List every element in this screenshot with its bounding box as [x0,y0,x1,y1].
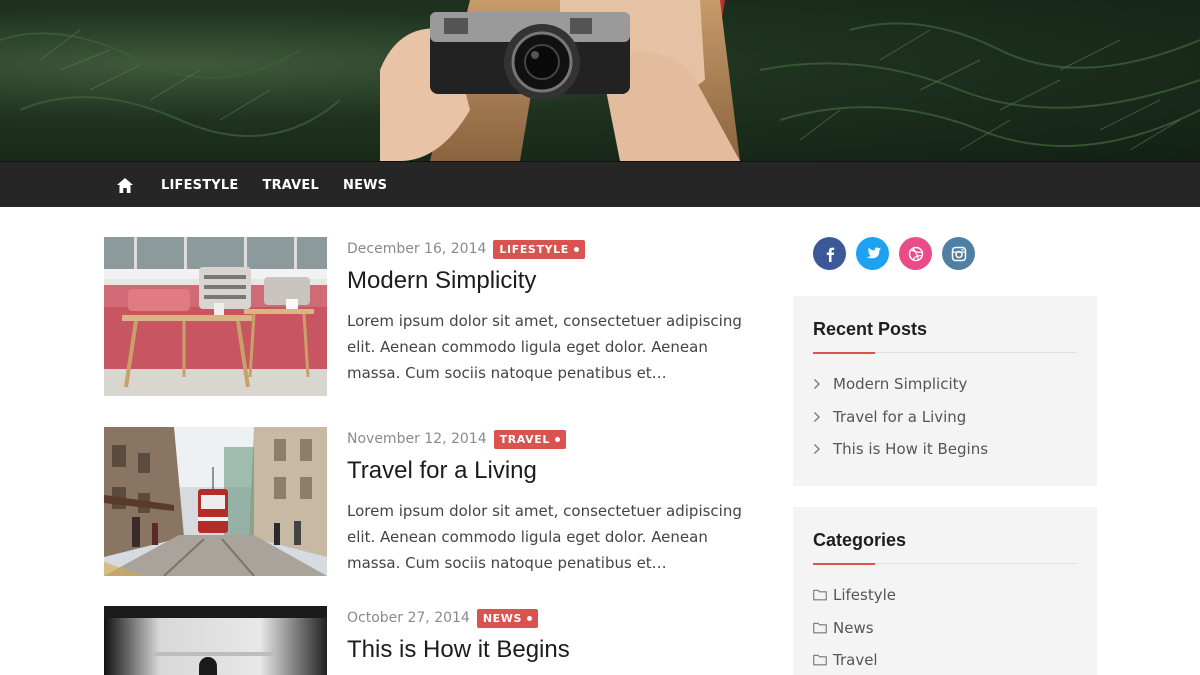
chevron-right-icon [813,443,827,455]
post-date[interactable]: December 16, 2014 [347,241,486,257]
recent-post-link[interactable]: Travel for a Living [813,401,1077,434]
chevron-right-icon [813,411,827,423]
post-thumbnail[interactable] [104,427,327,586]
post-title[interactable]: This is How it Begins [347,635,757,665]
category-badge[interactable]: NEWS [476,608,539,628]
post-title[interactable]: Modern Simplicity [347,266,757,296]
categories-widget: Categories Lifestyle News Travel [793,507,1097,675]
post-title[interactable]: Travel for a Living [347,456,757,486]
nav-item-travel[interactable]: TRAVEL [263,178,319,193]
main-navigation: LIFESTYLE TRAVEL NEWS [0,161,1200,207]
post-thumbnail[interactable] [104,237,327,396]
twitter-icon[interactable] [856,237,889,270]
nav-item-lifestyle[interactable]: LIFESTYLE [161,178,239,193]
home-icon[interactable] [117,176,135,194]
dot-icon [555,436,561,442]
social-links [813,237,985,270]
post-excerpt: Lorem ipsum dolor sit amet, consectetuer… [347,312,742,382]
folder-icon [813,589,827,601]
widget-divider [813,352,1077,354]
widget-title: Categories [813,530,907,550]
post-excerpt: Lorem ipsum dolor sit amet, consectetuer… [347,502,742,572]
category-link[interactable]: News [813,612,1077,645]
category-badge[interactable]: TRAVEL [493,429,567,449]
category-link[interactable]: Travel [813,644,1077,675]
post-date[interactable]: November 12, 2014 [347,431,487,447]
chevron-right-icon [813,378,827,390]
dot-icon [573,246,579,252]
instagram-icon[interactable] [942,237,975,270]
category-badge[interactable]: LIFESTYLE [493,239,585,259]
post-thumbnail[interactable] [104,606,327,675]
post-date[interactable]: October 27, 2014 [347,610,470,626]
widget-divider [813,563,1077,565]
recent-posts-widget: Recent Posts Modern Simplicity Travel fo… [793,296,1097,486]
dribbble-icon[interactable] [899,237,932,270]
nav-item-news[interactable]: NEWS [343,178,387,193]
widget-title: Recent Posts [813,319,928,339]
recent-post-link[interactable]: Modern Simplicity [813,368,1077,401]
category-link[interactable]: Lifestyle [813,579,1077,612]
folder-icon [813,622,827,634]
dot-icon [527,615,533,621]
facebook-icon[interactable] [813,237,846,270]
recent-post-link[interactable]: This is How it Begins [813,433,1077,466]
folder-icon [813,654,827,666]
header-banner-image [0,0,1200,161]
